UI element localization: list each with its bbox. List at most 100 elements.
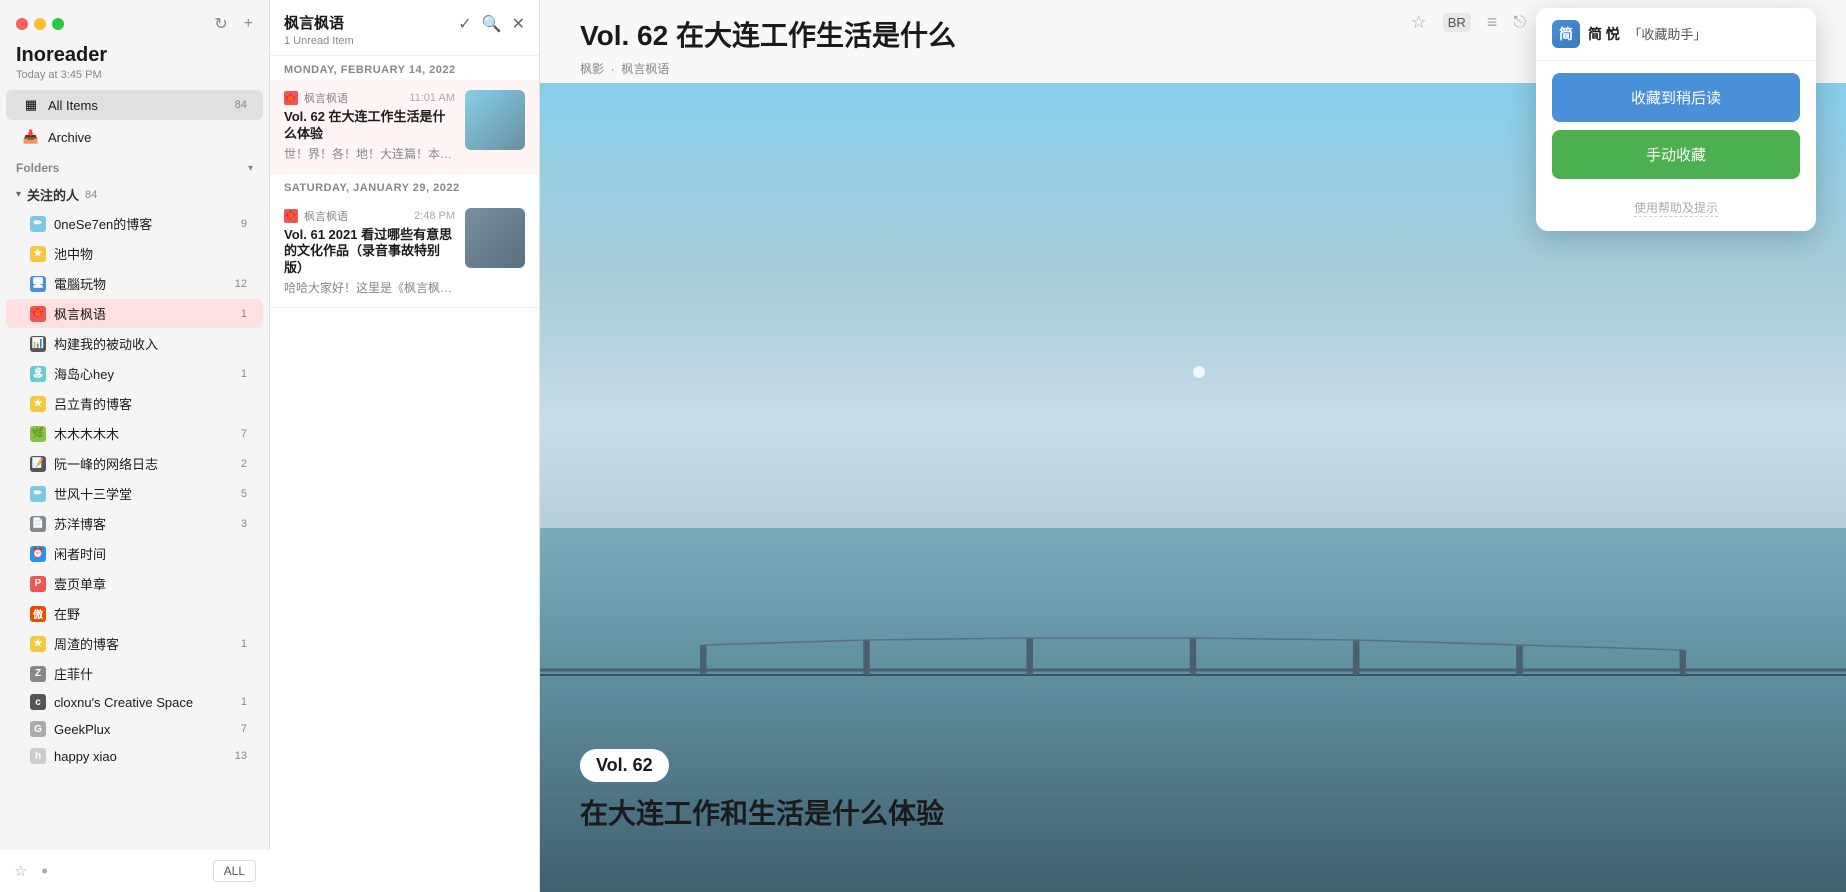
feed-count: 13 xyxy=(235,750,247,762)
feed-favicon: G xyxy=(30,721,46,737)
jianyue-app-name: 简 悦 xyxy=(1588,26,1620,42)
folders-label: Folders xyxy=(16,161,59,175)
sidebar-feed-item[interactable]: 🏝 海岛心hey 1 xyxy=(6,359,263,388)
feed-label: 電腦玩物 xyxy=(54,274,106,293)
sub-section-arrow-icon: ▾ xyxy=(16,189,21,200)
sub-section-count: 84 xyxy=(85,189,97,201)
refresh-icon[interactable]: ↻ xyxy=(214,14,227,34)
feed-favicon: 📊 xyxy=(30,336,46,352)
middle-feed-sub: 1 Unread Item xyxy=(284,35,354,47)
feed-favicon: 🏝 xyxy=(30,366,46,382)
feed-count: 1 xyxy=(241,638,247,650)
close-icon[interactable]: ✕ xyxy=(512,14,525,34)
add-icon[interactable]: + xyxy=(244,15,253,33)
feed-favicon: c xyxy=(30,694,46,710)
maximize-button[interactable] xyxy=(52,18,64,30)
feed-count: 1 xyxy=(241,308,247,320)
feed-label: GeekPlux xyxy=(54,722,110,737)
sub-section-header[interactable]: ▾ 关注的人 84 xyxy=(0,179,269,208)
folders-section-header[interactable]: Folders ▾ xyxy=(0,153,269,179)
feed-label: 在野 xyxy=(54,604,80,623)
sidebar-feed-item[interactable]: ✏ 0neSe7en的博客 9 xyxy=(6,209,263,238)
sidebar-feed-item[interactable]: 🍁 枫言枫语 1 xyxy=(6,299,263,328)
share-toolbar-icon[interactable]: ⎋ xyxy=(1513,14,1526,32)
feed-favicon: 📝 xyxy=(30,456,46,472)
scroll-down-indicator[interactable]: ⌄ xyxy=(1185,861,1200,882)
feed-label: 苏洋博客 xyxy=(54,514,106,533)
feed-favicon: ✏ xyxy=(30,216,46,232)
feed-label: happy xiao xyxy=(54,749,117,764)
save-to-readlater-button[interactable]: 收藏到稍后读 xyxy=(1552,73,1800,122)
feed-label: cloxnu's Creative Space xyxy=(54,695,193,710)
sidebar-feed-item[interactable]: ★ 吕立青的博客 xyxy=(6,389,263,418)
article-thumb-2 xyxy=(465,208,525,268)
feed-count: 5 xyxy=(241,488,247,500)
app-title: Inoreader xyxy=(16,44,253,67)
sidebar-feed-item[interactable]: ✏ 世风十三学堂 5 xyxy=(6,479,263,508)
feed-favicon: 🍁 xyxy=(30,306,46,322)
sidebar-feed-item[interactable]: Z 庄菲什 xyxy=(6,659,263,688)
menu-toolbar-icon[interactable]: ≡ xyxy=(1487,12,1498,33)
jianyue-header: 简 简 悦 「收藏助手」 xyxy=(1536,8,1816,61)
feed-label: 阮一峰的网络日志 xyxy=(54,454,158,473)
main-content: ☆ BR ≡ ⎋ Vol. 62 在大连工作生活是什么 枫影 · 枫言枫语 xyxy=(540,0,1846,892)
sidebar-feed-item[interactable]: 📝 阮一峰的网络日志 2 xyxy=(6,449,263,478)
source-name-1: 枫言枫语 xyxy=(304,90,348,106)
feed-label: 木木木木木 xyxy=(54,424,119,443)
sidebar-feed-item[interactable]: P 壹页单章 xyxy=(6,569,263,598)
star-toolbar-icon[interactable]: ☆ xyxy=(1411,12,1427,33)
feed-favicon: 📄 xyxy=(30,516,46,532)
sidebar-feed-item[interactable]: ★ 池中物 xyxy=(6,239,263,268)
middle-panel: 枫言枫语 1 Unread Item ✓ 🔍 ✕ MONDAY, FEBRUAR… xyxy=(270,0,540,892)
feed-count: 7 xyxy=(241,428,247,440)
article-excerpt-1: 世！界！各！地！大连篇！本期节目我们邀请到… xyxy=(284,146,455,163)
sidebar-feed-item[interactable]: 📄 苏洋博客 3 xyxy=(6,509,263,538)
minimize-button[interactable] xyxy=(34,18,46,30)
sidebar-feed-item[interactable]: 📊 构建我的被动收入 xyxy=(6,329,263,358)
jianyue-footer: 使用帮助及提示 xyxy=(1536,191,1816,231)
feed-count: 9 xyxy=(241,218,247,230)
feed-favicon: ✏ xyxy=(30,486,46,502)
feed-label: 海岛心hey xyxy=(54,364,114,383)
feed-favicon: ⏰ xyxy=(30,546,46,562)
sidebar-feed-item[interactable]: ★ 周渣的博客 1 xyxy=(6,629,263,658)
article-image-overlay: Vol. 62 在大连工作和生活是什么体验 xyxy=(580,749,944,832)
feed-favicon: Z xyxy=(30,666,46,682)
jianyue-buttons: 收藏到稍后读 手动收藏 xyxy=(1536,61,1816,191)
feed-list: ✏ 0neSe7en的博客 9 ★ 池中物 🖥 電腦玩物 12 🍁 枫言枫语 1 xyxy=(0,208,269,770)
user-initials-badge[interactable]: BR xyxy=(1443,13,1471,32)
vol-subtitle: 在大连工作和生活是什么体验 xyxy=(580,792,944,832)
sidebar-item-all-items[interactable]: ▦ All Items 84 xyxy=(6,90,263,120)
feed-count: 12 xyxy=(235,278,247,290)
middle-header: 枫言枫语 1 Unread Item ✓ 🔍 ✕ xyxy=(270,0,539,56)
jianyue-app-icon: 简 xyxy=(1552,20,1580,48)
help-link[interactable]: 使用帮助及提示 xyxy=(1634,199,1718,217)
sidebar-item-archive[interactable]: 📥 Archive xyxy=(6,122,263,152)
sidebar-feed-item[interactable]: 🖥 電腦玩物 12 xyxy=(6,269,263,298)
sidebar-feed-item[interactable]: G GeekPlux 7 xyxy=(6,716,263,742)
manual-save-button[interactable]: 手动收藏 xyxy=(1552,130,1800,179)
folders-arrow-icon: ▾ xyxy=(248,163,253,174)
article-card-1[interactable]: 🍁 枫言枫语 11:01 AM Vol. 62 在大连工作生活是什么体验 世！界… xyxy=(270,80,539,174)
feed-label: 构建我的被动收入 xyxy=(54,334,158,353)
check-icon[interactable]: ✓ xyxy=(458,14,471,34)
feed-favicon: 🖥 xyxy=(30,276,46,292)
sidebar-feed-item[interactable]: h happy xiao 13 xyxy=(6,743,263,769)
app-title-section: Inoreader Today at 3:45 PM xyxy=(0,40,269,89)
app-subtitle: Today at 3:45 PM xyxy=(16,69,253,81)
search-icon[interactable]: 🔍 xyxy=(482,14,502,34)
middle-header-icons: ✓ 🔍 ✕ xyxy=(458,12,525,34)
article-card-2[interactable]: 🍁 枫言枫语 2:48 PM Vol. 61 2021 看过哪些有意思的文化作品… xyxy=(270,198,539,308)
sidebar-feed-item[interactable]: 傲 在野 xyxy=(6,599,263,628)
date-divider-2: SATURDAY, JANUARY 29, 2022 xyxy=(270,174,539,198)
sidebar-feed-item[interactable]: ⏰ 闲者时间 xyxy=(6,539,263,568)
source-name-2: 枫言枫语 xyxy=(304,208,348,224)
sidebar-feed-item[interactable]: 🌿 木木木木木 7 xyxy=(6,419,263,448)
article-title-2: Vol. 61 2021 看过哪些有意思的文化作品（录音事故特别版） xyxy=(284,227,455,278)
feed-favicon: P xyxy=(30,576,46,592)
sidebar-feed-item[interactable]: c cloxnu's Creative Space 1 xyxy=(6,689,263,715)
sidebar: ↻ + Inoreader Today at 3:45 PM ▦ All Ite… xyxy=(0,0,270,892)
close-button[interactable] xyxy=(16,18,28,30)
feed-label: 世风十三学堂 xyxy=(54,484,132,503)
sub-section-label: 关注的人 xyxy=(27,185,79,204)
